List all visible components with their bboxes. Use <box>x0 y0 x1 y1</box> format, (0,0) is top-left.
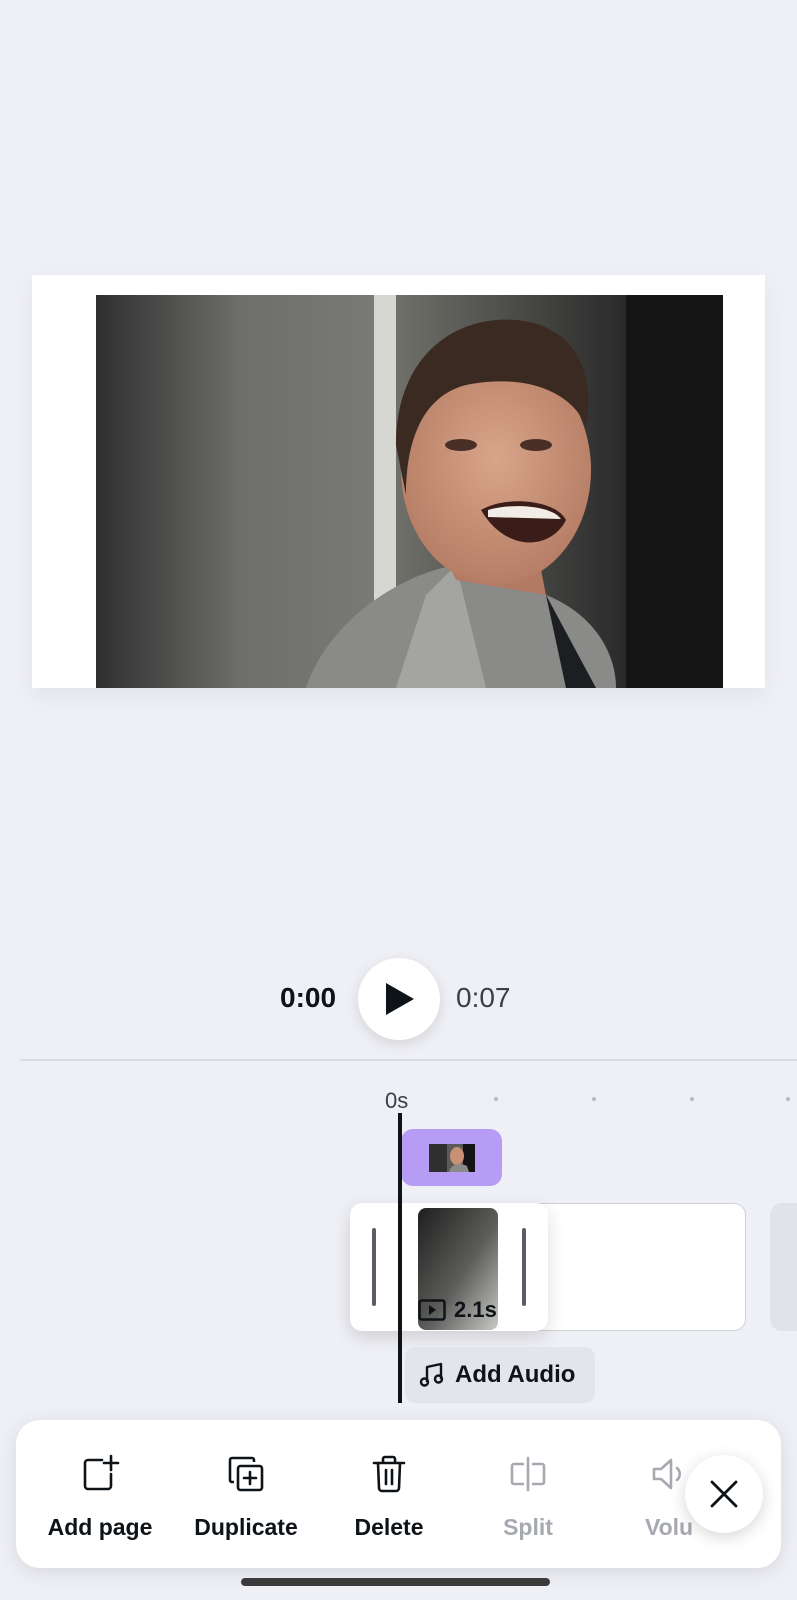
play-icon <box>386 983 414 1015</box>
ruler-tick <box>690 1097 694 1101</box>
volume-label: Volu <box>644 1514 694 1540</box>
timeline-divider <box>20 1059 797 1061</box>
design-canvas[interactable] <box>32 275 765 688</box>
clip-trim-handle-right[interactable] <box>522 1228 526 1306</box>
add-page-button[interactable]: Add page <box>25 1420 175 1568</box>
clip-duration-text: 2.1s <box>454 1297 497 1322</box>
split-icon <box>510 1456 546 1492</box>
gif-thumbnail <box>428 1143 475 1172</box>
duplicate-button[interactable]: Duplicate <box>171 1420 321 1568</box>
delete-button[interactable]: Delete <box>314 1420 464 1568</box>
volume-icon <box>652 1458 681 1490</box>
duplicate-icon <box>228 1456 264 1492</box>
close-button[interactable] <box>685 1455 763 1533</box>
home-indicator <box>241 1578 550 1586</box>
split-label: Split <box>503 1514 553 1540</box>
add-audio-label: Add Audio <box>455 1361 576 1388</box>
clip-duration-badge: 2.1s <box>418 1297 497 1323</box>
add-page-icon <box>83 1454 120 1491</box>
gif-element-chip[interactable] <box>401 1129 502 1186</box>
total-time: 0:07 <box>456 982 511 1013</box>
playhead[interactable] <box>398 1113 402 1403</box>
add-page-label: Add page <box>47 1514 153 1540</box>
play-button[interactable] <box>358 958 440 1040</box>
delete-label: Delete <box>354 1514 424 1540</box>
ruler-tick <box>494 1097 498 1101</box>
split-button[interactable]: Split <box>453 1420 603 1568</box>
video-preview[interactable] <box>96 295 723 688</box>
music-note-icon <box>419 1362 444 1387</box>
ruler-tick <box>592 1097 596 1101</box>
add-audio-button[interactable]: Add Audio <box>405 1347 595 1403</box>
current-time: 0:00 <box>280 982 337 1013</box>
duplicate-label: Duplicate <box>194 1514 298 1540</box>
clip-trim-handle-left[interactable] <box>372 1228 376 1306</box>
video-clip-icon <box>418 1299 446 1321</box>
ruler-tick <box>786 1097 790 1101</box>
video-frame-image <box>96 295 723 688</box>
bottom-toolbar: Add page Duplicate Delete Split Volu <box>16 1420 781 1568</box>
next-page-track[interactable] <box>770 1203 797 1331</box>
close-icon <box>710 1480 738 1508</box>
ruler-start-label: 0s <box>385 1088 409 1113</box>
trash-icon <box>372 1455 406 1493</box>
